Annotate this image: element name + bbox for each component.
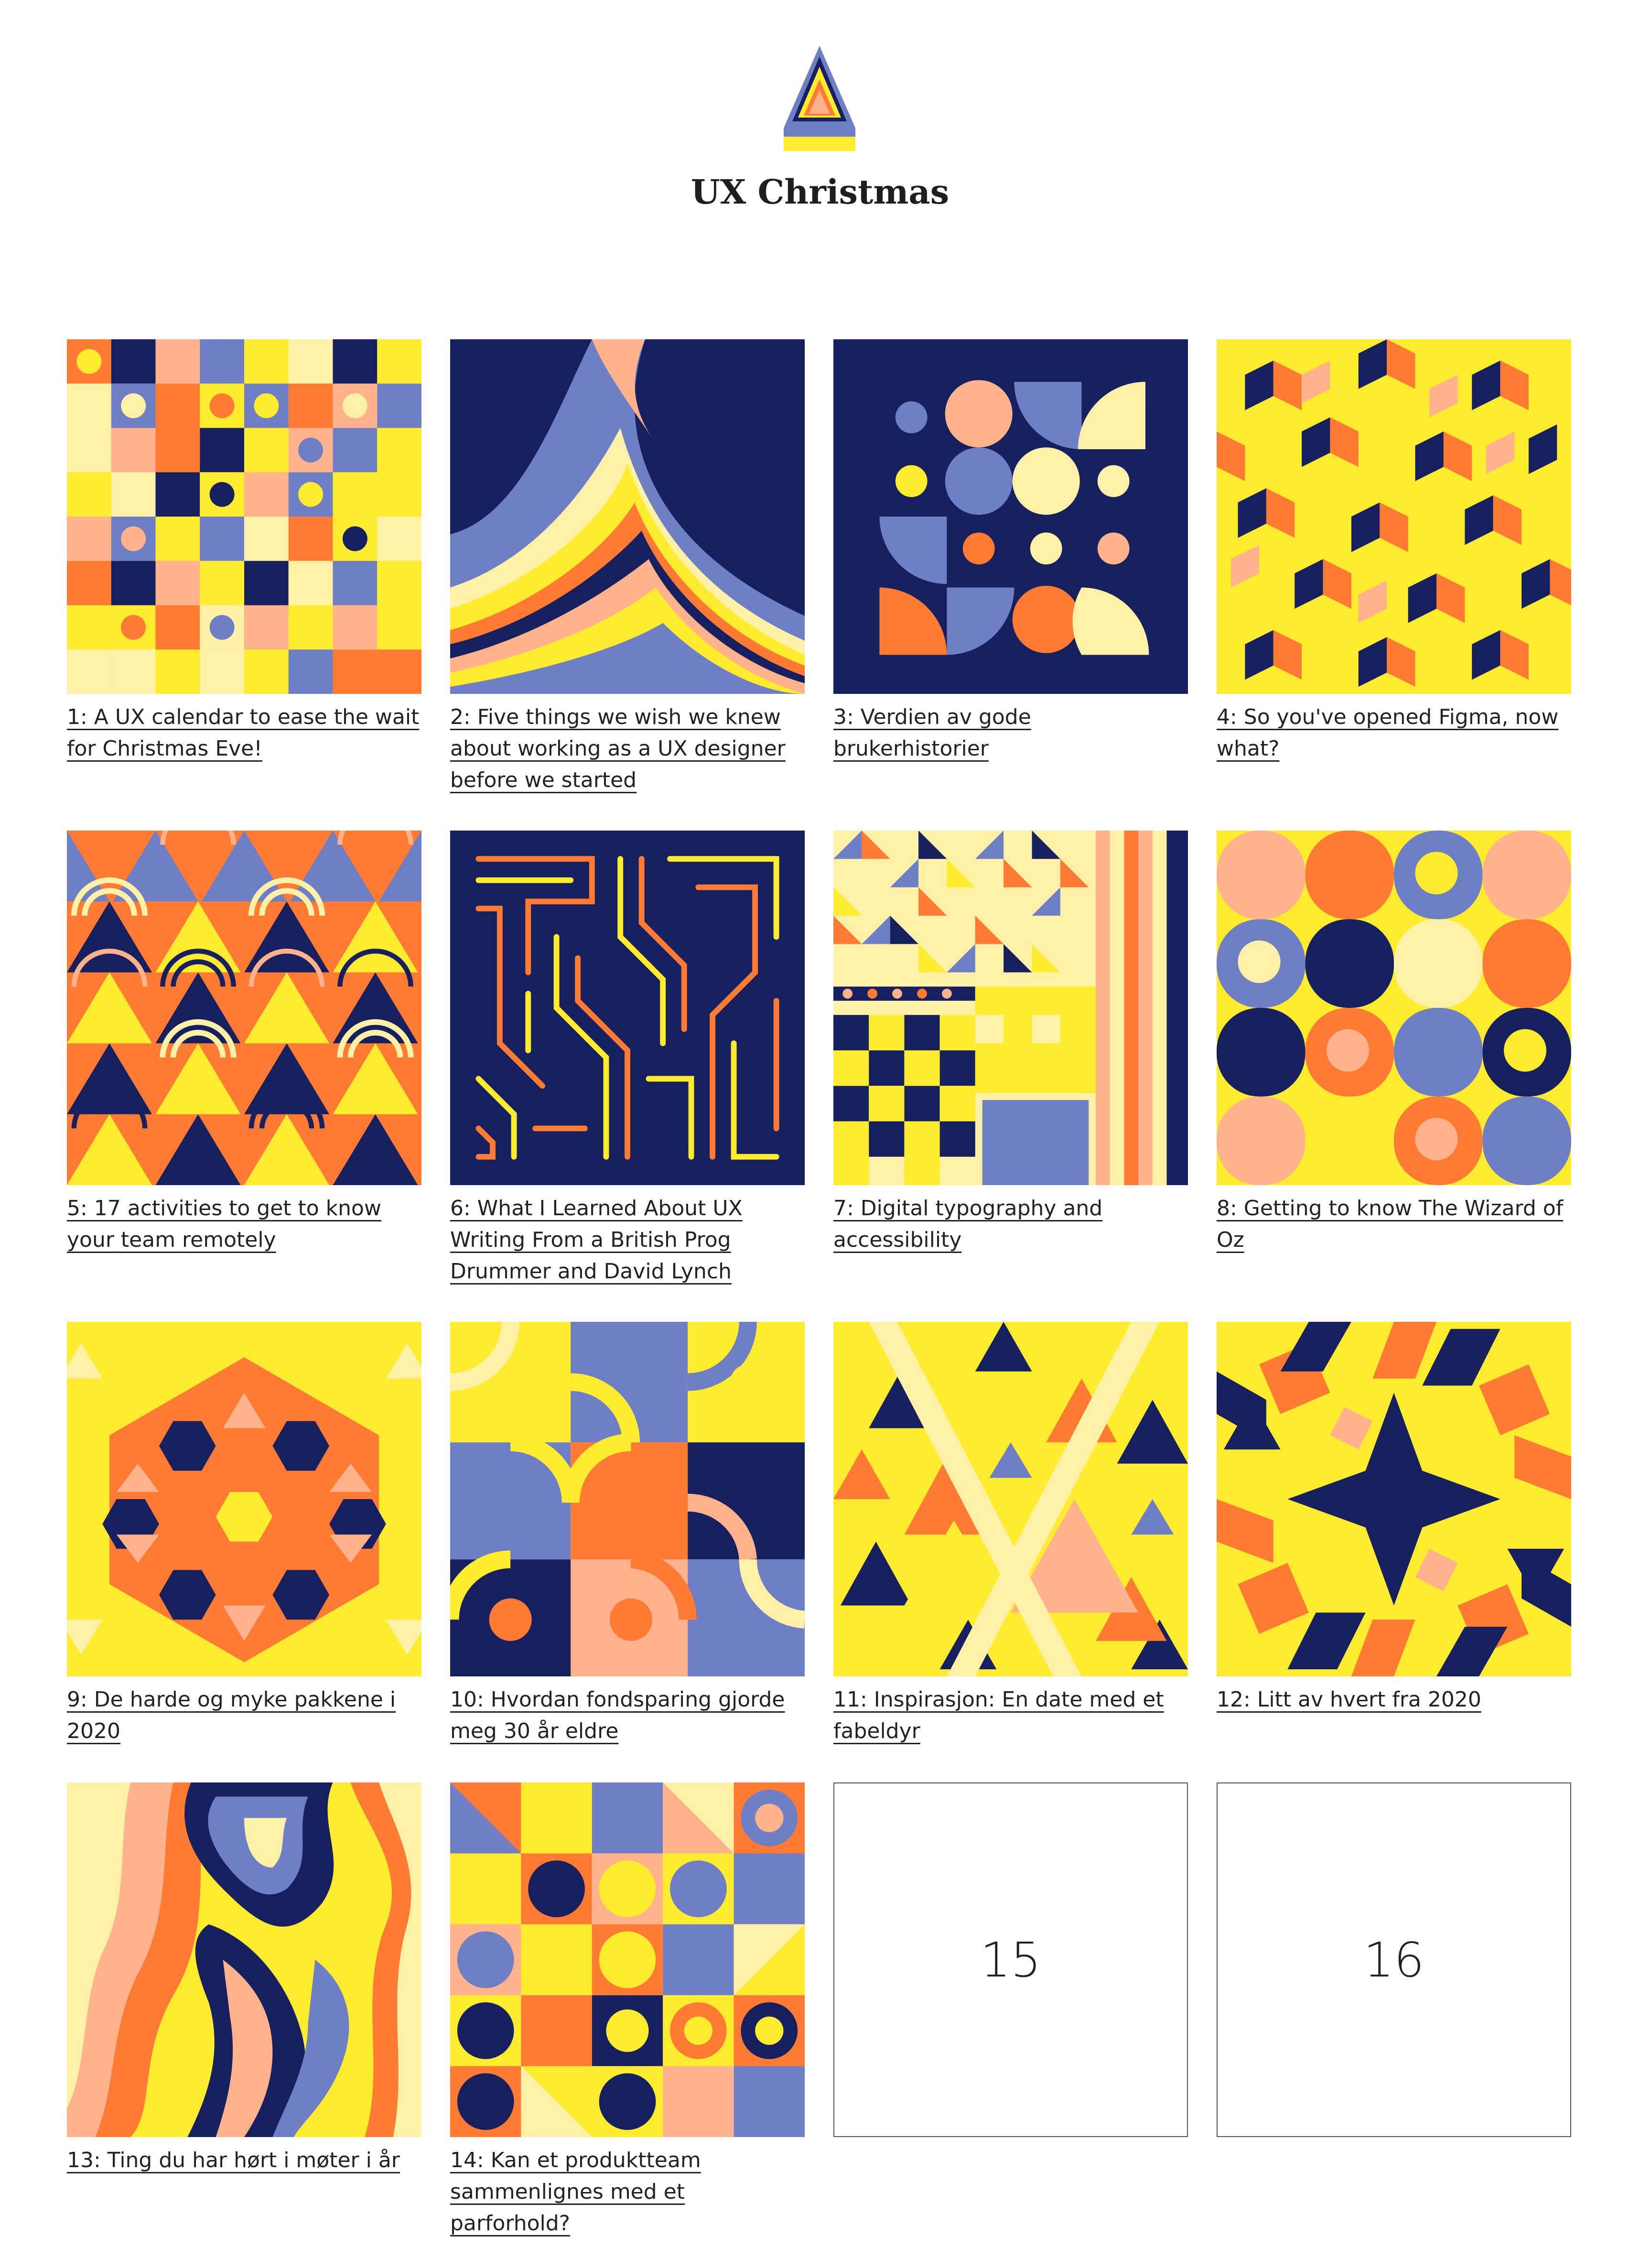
tile-artwork (833, 339, 1188, 694)
tile-artwork (67, 1782, 421, 2137)
calendar-tile-4[interactable] (1217, 339, 1571, 694)
tile-artwork (1217, 831, 1571, 1185)
tile-13-link[interactable]: 13: Ting du har hørt i møter i år (67, 2145, 421, 2176)
day-number: 15 (980, 1932, 1041, 1988)
tile-1-link[interactable]: 1: A UX calendar to ease the wait for Ch… (67, 702, 421, 765)
tile-artwork (450, 339, 805, 694)
tile-2-link[interactable]: 2: Five things we wish we knew about wor… (450, 702, 805, 796)
tile-3-link[interactable]: 3: Verdien av gode brukerhistorier (833, 702, 1188, 765)
tile-artwork (450, 831, 805, 1185)
calendar-tile-9[interactable] (67, 1322, 421, 1676)
stacked-triangles-logo-icon[interactable] (784, 46, 855, 151)
tile-artwork (450, 1322, 805, 1676)
calendar-tile-3[interactable] (833, 339, 1188, 694)
calendar-tile-16-locked[interactable]: 16 (1217, 1782, 1571, 2137)
calendar-tile-12[interactable] (1217, 1322, 1571, 1676)
tile-artwork (67, 1322, 421, 1676)
tile-artwork (833, 1322, 1188, 1676)
calendar-tile-11[interactable] (833, 1322, 1188, 1676)
tile-artwork (1217, 1322, 1571, 1676)
page-title: UX Christmas (691, 172, 949, 212)
tile-artwork (67, 339, 421, 694)
calendar-tile-2[interactable] (450, 339, 805, 694)
tile-11-link[interactable]: 11: Inspirasjon: En date med et fabeldyr (833, 1684, 1188, 1747)
tile-artwork (450, 1782, 805, 2137)
tile-5-link[interactable]: 5: 17 activities to get to know your tea… (67, 1193, 421, 1256)
tile-9-link[interactable]: 9: De harde og myke pakkene i 2020 (67, 1684, 421, 1747)
calendar-tile-6[interactable] (450, 831, 805, 1185)
tile-10-link[interactable]: 10: Hvordan fondsparing gjorde meg 30 år… (450, 1684, 805, 1747)
tile-artwork (833, 831, 1188, 1185)
tile-6-link[interactable]: 6: What I Learned About UX Writing From … (450, 1193, 805, 1287)
calendar-tile-8[interactable] (1217, 831, 1571, 1185)
tile-artwork (67, 831, 421, 1185)
calendar-tile-15-locked[interactable]: 15 (833, 1782, 1188, 2137)
calendar-tile-10[interactable] (450, 1322, 805, 1676)
tile-artwork (1217, 339, 1571, 694)
calendar-tile-7[interactable] (833, 831, 1188, 1185)
calendar-tile-13[interactable] (67, 1782, 421, 2137)
tile-12-link[interactable]: 12: Litt av hvert fra 2020 (1217, 1684, 1571, 1716)
tile-4-link[interactable]: 4: So you've opened Figma, now what? (1217, 702, 1571, 765)
calendar-tile-5[interactable] (67, 831, 421, 1185)
tile-8-link[interactable]: 8: Getting to know The Wizard of Oz (1217, 1193, 1571, 1256)
day-number: 16 (1363, 1932, 1424, 1988)
tile-7-link[interactable]: 7: Digital typography and accessibility (833, 1193, 1188, 1256)
tile-14-link[interactable]: 14: Kan et produktteam sammenlignes med … (450, 2145, 805, 2239)
calendar-tile-14[interactable] (450, 1782, 805, 2137)
calendar-tile-1[interactable] (67, 339, 421, 694)
